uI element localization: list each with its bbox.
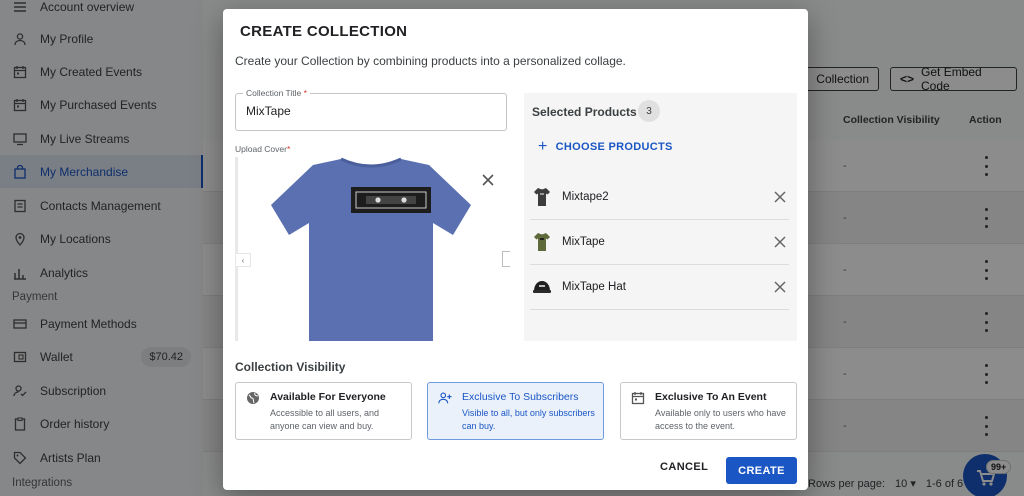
upload-cover-label: Upload Cover* — [235, 144, 291, 154]
visibility-option-description: Visible to all, but only subscribers can… — [462, 408, 595, 431]
visibility-option-title: Available For Everyone — [270, 391, 386, 403]
dialog-title: CREATE COLLECTION — [240, 23, 408, 40]
cancel-button[interactable]: CANCEL — [660, 461, 708, 473]
remove-cover-icon[interactable] — [480, 172, 496, 188]
create-button[interactable]: CREATE — [726, 457, 797, 484]
remove-product-icon[interactable] — [773, 280, 787, 294]
remove-product-icon[interactable] — [773, 235, 787, 249]
visibility-option-event[interactable]: Exclusive To An Event Available only to … — [620, 382, 797, 440]
product-name: MixTape — [562, 236, 605, 248]
add-person-icon — [438, 392, 452, 404]
carousel-next-button[interactable] — [502, 251, 510, 267]
event-calendar-icon — [631, 392, 645, 405]
product-name: Mixtape2 — [562, 191, 609, 203]
visibility-option-everyone[interactable]: Available For Everyone Accessible to all… — [235, 382, 412, 440]
globe-icon — [247, 392, 259, 404]
choose-products-button[interactable]: + CHOOSE PRODUCTS — [538, 139, 673, 155]
chevron-left-icon: ‹ — [241, 255, 245, 265]
collection-title-field[interactable]: Collection Title * — [235, 88, 507, 131]
hat-icon — [532, 276, 552, 298]
visibility-option-description: Available only to users who have access … — [655, 408, 786, 431]
selected-products-panel: Selected Products 3 + CHOOSE PRODUCTS Mi… — [524, 93, 797, 341]
collection-title-input[interactable] — [246, 104, 496, 118]
visibility-option-title: Exclusive To An Event — [655, 391, 767, 403]
selected-products-count: 3 — [638, 100, 660, 122]
carousel-prev-button[interactable]: ‹ — [235, 253, 251, 267]
collection-visibility-label: Collection Visibility — [235, 360, 346, 374]
visibility-option-description: Accessible to all users, and anyone can … — [270, 408, 380, 431]
choose-products-label: CHOOSE PRODUCTS — [555, 141, 673, 153]
selected-product-item: MixTape — [530, 220, 789, 265]
selected-product-item: Mixtape2 — [530, 175, 789, 220]
visibility-option-title: Exclusive To Subscribers — [462, 391, 579, 403]
remove-product-icon[interactable] — [773, 190, 787, 204]
selected-products-label: Selected Products — [532, 105, 637, 119]
plus-icon: + — [538, 138, 548, 155]
dark-tshirt-icon — [532, 186, 552, 208]
product-name: MixTape Hat — [562, 281, 626, 293]
create-collection-dialog: CREATE COLLECTION Create your Collection… — [223, 9, 808, 490]
required-marker: * — [286, 144, 291, 154]
olive-tshirt-icon — [532, 231, 552, 253]
selected-product-item: MixTape Hat — [530, 265, 789, 310]
visibility-option-subscribers[interactable]: Exclusive To Subscribers Visible to all,… — [427, 382, 604, 440]
collection-title-label: Collection Title * — [243, 88, 310, 98]
cover-image-preview[interactable] — [235, 157, 507, 341]
dialog-subtitle: Create your Collection by combining prod… — [235, 54, 626, 68]
required-marker: * — [303, 88, 307, 98]
cover-tshirt-image — [271, 157, 471, 341]
